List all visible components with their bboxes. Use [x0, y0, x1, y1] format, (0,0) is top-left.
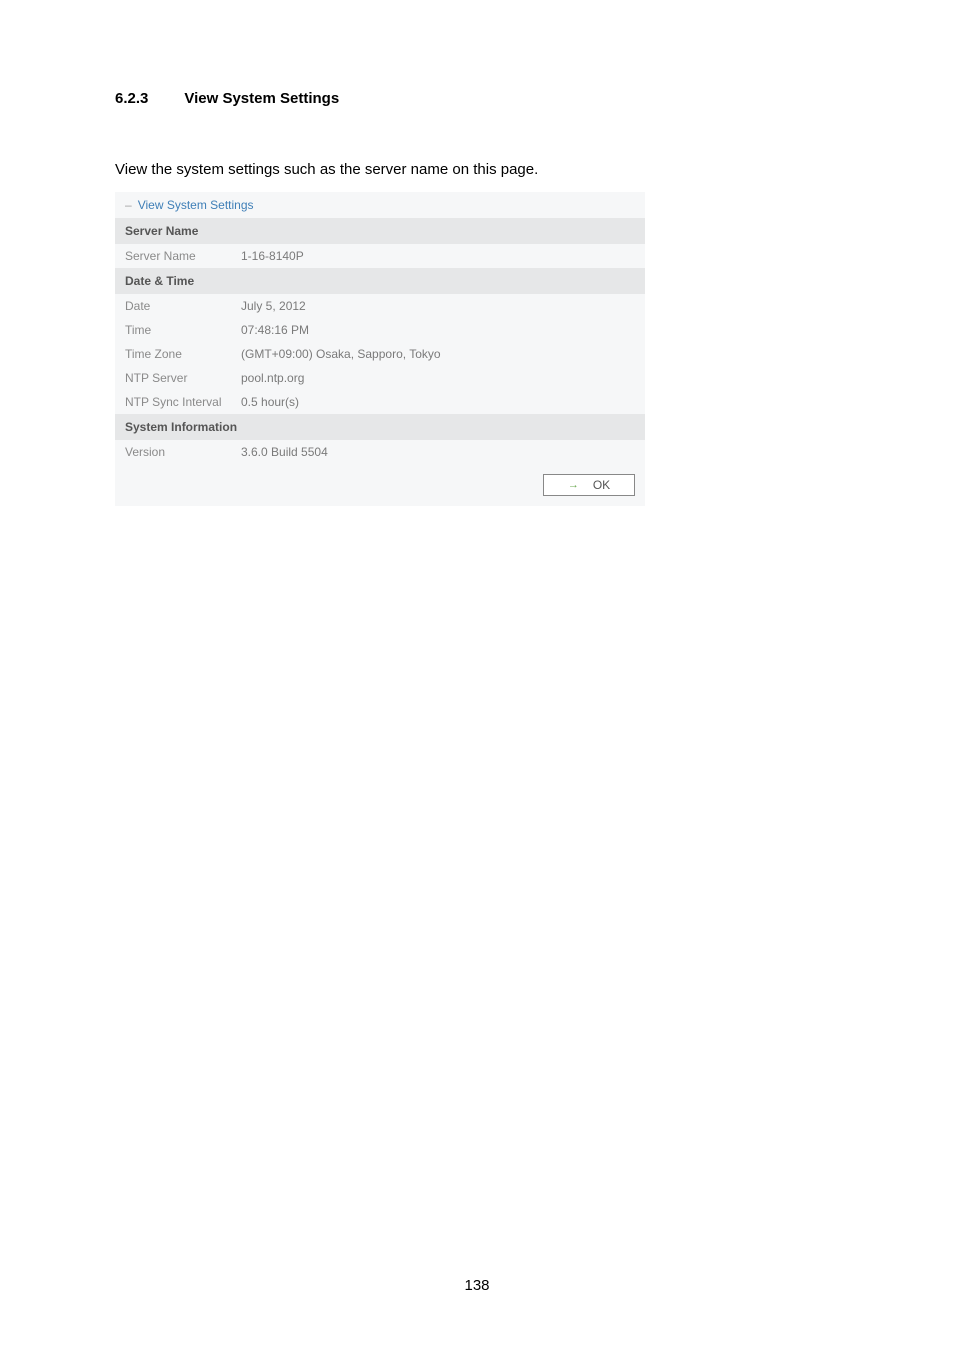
row-server-name: Server Name 1-16-8140P [115, 244, 645, 268]
row-version: Version 3.6.0 Build 5504 [115, 440, 645, 464]
label-version: Version [125, 445, 241, 459]
arrow-right-icon: → [568, 479, 579, 491]
label-time-zone: Time Zone [125, 347, 241, 361]
value-ntp-server: pool.ntp.org [241, 371, 635, 385]
panel-header: –View System Settings [115, 192, 645, 218]
button-row: → OK [115, 464, 645, 506]
panel-title: View System Settings [138, 198, 254, 212]
value-date: July 5, 2012 [241, 299, 635, 313]
value-version: 3.6.0 Build 5504 [241, 445, 635, 459]
row-ntp-server: NTP Server pool.ntp.org [115, 366, 645, 390]
label-ntp-server: NTP Server [125, 371, 241, 385]
value-ntp-sync: 0.5 hour(s) [241, 395, 635, 409]
row-time: Time 07:48:16 PM [115, 318, 645, 342]
section-system-info: System Information [115, 414, 645, 440]
settings-panel: –View System Settings Server Name Server… [115, 192, 645, 506]
row-date: Date July 5, 2012 [115, 294, 645, 318]
section-heading: 6.2.3 View System Settings [115, 90, 839, 107]
ok-button[interactable]: → OK [543, 474, 635, 496]
value-server-name: 1-16-8140P [241, 249, 635, 263]
label-server-name: Server Name [125, 249, 241, 263]
label-ntp-sync: NTP Sync Interval [125, 395, 241, 409]
page-number: 138 [0, 1277, 954, 1294]
heading-title: View System Settings [184, 90, 339, 107]
label-date: Date [125, 299, 241, 313]
section-server-name: Server Name [115, 218, 645, 244]
row-time-zone: Time Zone (GMT+09:00) Osaka, Sapporo, To… [115, 342, 645, 366]
value-time-zone: (GMT+09:00) Osaka, Sapporo, Tokyo [241, 347, 635, 361]
heading-number: 6.2.3 [115, 90, 148, 107]
row-ntp-sync: NTP Sync Interval 0.5 hour(s) [115, 390, 645, 414]
ok-button-label: OK [593, 478, 610, 492]
label-time: Time [125, 323, 241, 337]
collapse-icon: – [125, 198, 132, 212]
value-time: 07:48:16 PM [241, 323, 635, 337]
intro-text: View the system settings such as the ser… [115, 161, 839, 178]
section-date-time: Date & Time [115, 268, 645, 294]
